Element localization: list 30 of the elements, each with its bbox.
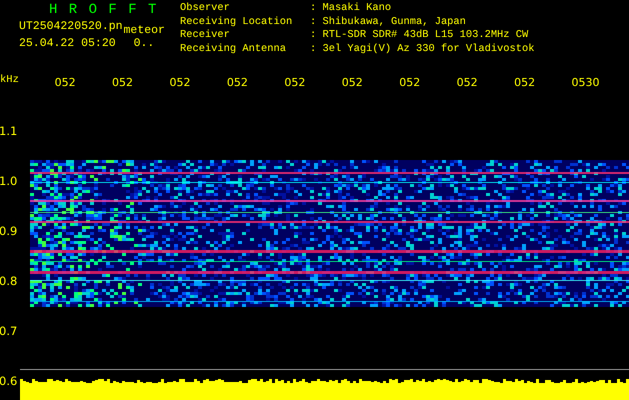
time-label: 052 (399, 75, 422, 89)
frequency-label: 0.6 (0, 373, 18, 390)
time-label: 052 (169, 75, 192, 89)
frequency-label: 0.8 (0, 273, 18, 290)
info-value: : RTL-SDR SDR# 43dB L15 103.2MHz CW (310, 30, 530, 43)
frequency-label: 1.1 (0, 123, 18, 140)
info-label: Receiving Location (180, 16, 294, 30)
time-label: 052 (112, 75, 134, 89)
file-name: UT2504220520.pn (19, 20, 123, 34)
info-label: Receiving Antenna (180, 44, 288, 56)
time-label: 052 (54, 75, 77, 89)
unit-label: kHz (0, 73, 20, 86)
info-label: Observer (180, 3, 231, 16)
status-text: 0.. (134, 37, 154, 51)
date-time: 25.04.22 05:20 (19, 37, 116, 51)
info-value: : 3el Yagi(V) Az 330 for Vladivostok (310, 44, 534, 56)
time-label: 052 (226, 75, 249, 89)
frequency-label: 0.7 (0, 323, 18, 340)
app-title: H R O F F T (48, 2, 156, 18)
time-label: 0530 (572, 75, 601, 89)
info-value: : Shibukawa, Gunma, Japan (310, 16, 467, 30)
frequency-label: 0.9 (0, 223, 18, 240)
frequency-label: 1.0 (0, 173, 18, 190)
event-type: meteor (124, 24, 165, 38)
time-label: 052 (514, 75, 536, 89)
time-label: 052 (456, 75, 479, 89)
info-value: : Masaki Kano (310, 3, 392, 16)
time-label: 052 (284, 75, 306, 89)
time-label: 052 (342, 75, 364, 89)
info-label: Receiver (180, 30, 231, 43)
